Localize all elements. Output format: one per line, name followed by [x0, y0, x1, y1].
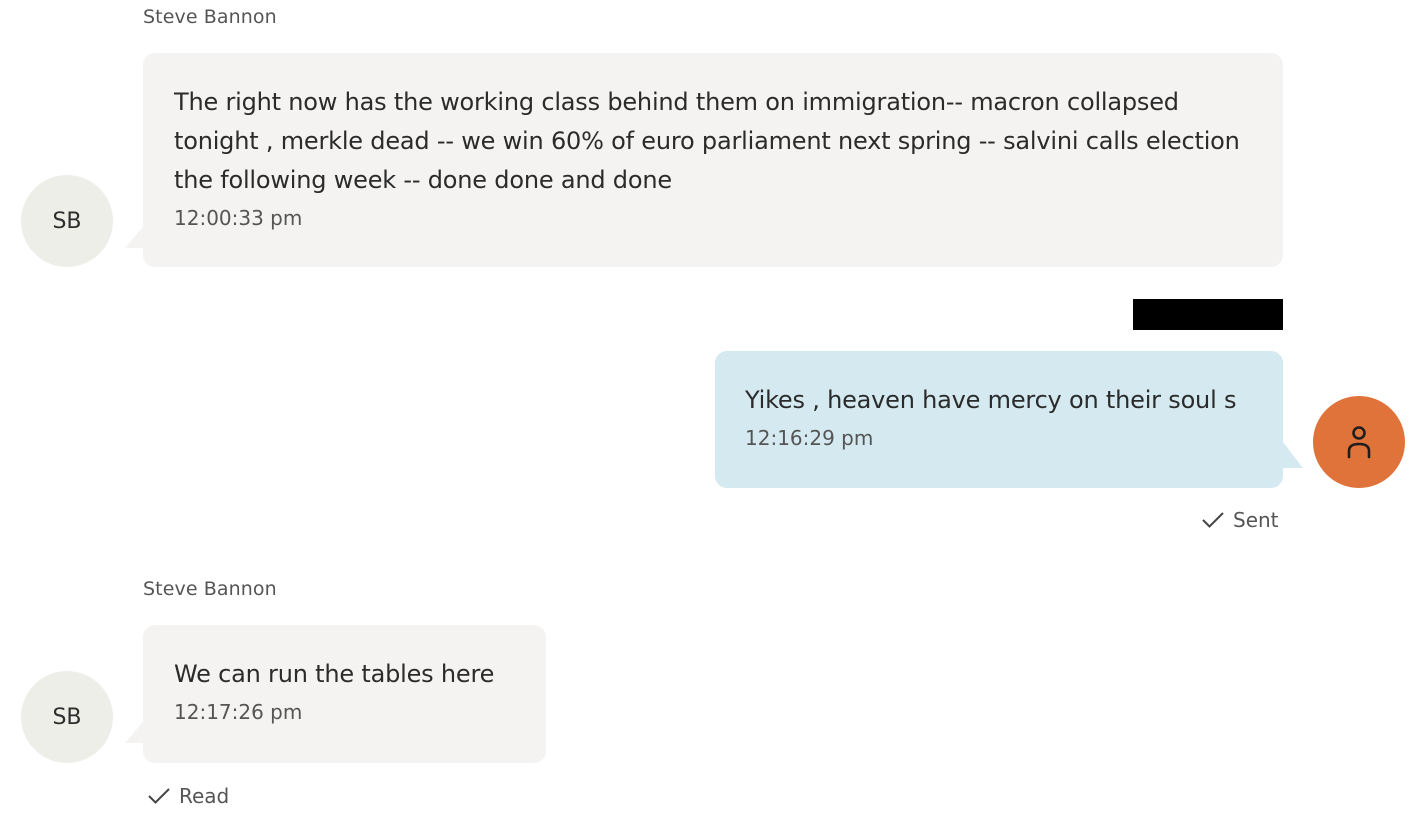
- checkmark-icon: [148, 788, 170, 804]
- message-bubble[interactable]: The right now has the working class behi…: [143, 53, 1283, 267]
- message-text: Yikes , heaven have mercy on their soul …: [745, 386, 1237, 414]
- status-label: Sent: [1233, 508, 1279, 532]
- message-bubble[interactable]: Yikes , heaven have mercy on their soul …: [715, 351, 1283, 488]
- contact-avatar[interactable]: SB: [21, 671, 113, 763]
- avatar-initials: SB: [52, 704, 82, 730]
- message-timestamp: 12:00:33 pm: [174, 206, 303, 230]
- redacted-sender-name: [1133, 299, 1283, 330]
- sender-name: Steve Bannon: [143, 578, 277, 600]
- message-text: The right now has the working class behi…: [174, 88, 1240, 194]
- message-bubble[interactable]: We can run the tables here 12:17:26 pm: [143, 625, 546, 763]
- message-timestamp: 12:16:29 pm: [745, 426, 874, 450]
- message-text: We can run the tables here: [174, 660, 495, 688]
- message-timestamp: 12:17:26 pm: [174, 700, 303, 724]
- checkmark-icon: [1202, 512, 1224, 528]
- self-avatar[interactable]: [1313, 396, 1405, 488]
- sender-name: Steve Bannon: [143, 6, 277, 28]
- contact-avatar[interactable]: SB: [21, 175, 113, 267]
- read-status: Read: [147, 784, 229, 808]
- delivery-status: Sent: [1201, 508, 1279, 532]
- user-icon: [1347, 426, 1371, 459]
- status-label: Read: [179, 784, 230, 808]
- avatar-initials: SB: [52, 208, 82, 234]
- bubble-tail: [1283, 442, 1303, 468]
